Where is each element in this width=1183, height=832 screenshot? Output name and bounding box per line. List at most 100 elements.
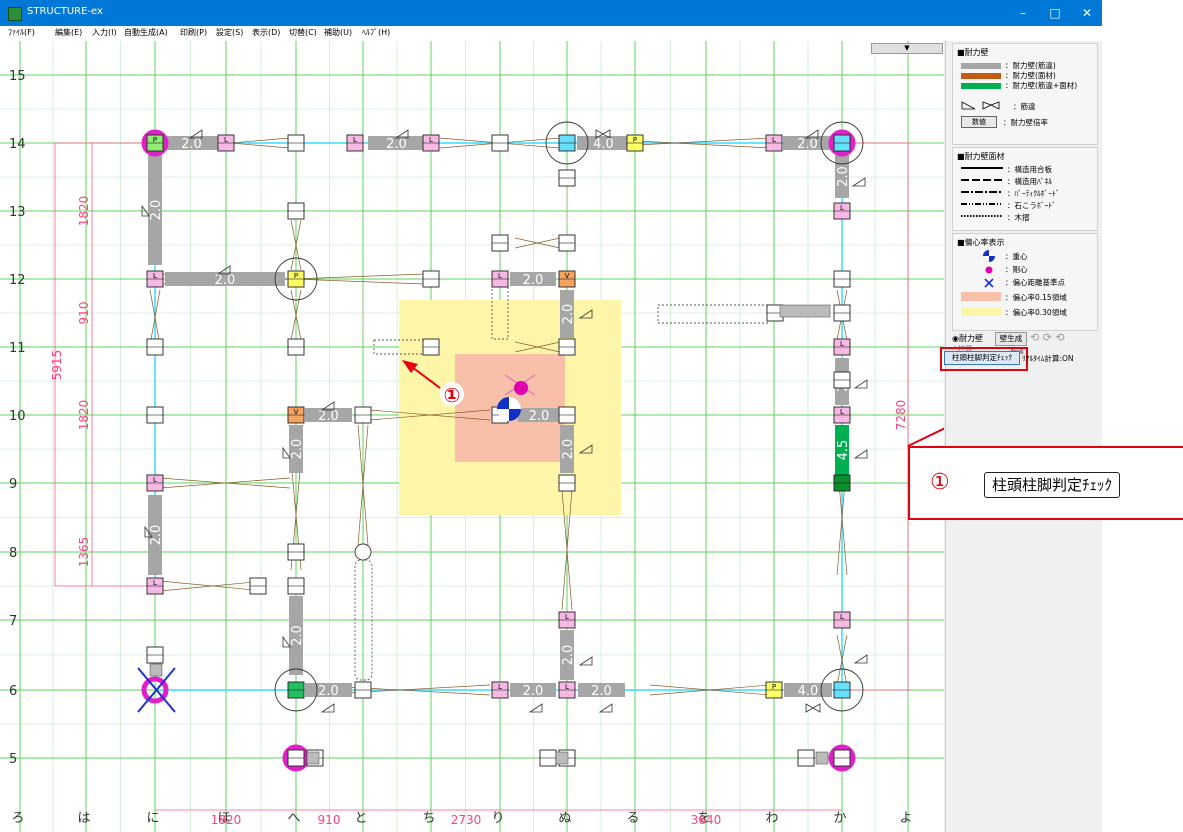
callout-box: ① 柱頭柱脚判定ﾁｪｯｸ — [908, 446, 1183, 520]
wall-value: 2.0 — [561, 645, 576, 666]
legend-structural-panel: ：構造用ﾊﾟﾈﾙ — [1007, 177, 1052, 186]
legend-ecc-ref: ：偏心距離基準点 — [1005, 278, 1065, 287]
col-label-10: る — [626, 811, 639, 826]
column-node-pink: L — [146, 474, 164, 492]
legend-rigidity-center: ：剛心 — [1005, 265, 1028, 274]
undo-redo-icons[interactable]: ⟲ ⟳ ⟲ — [1030, 331, 1065, 344]
menu-file[interactable]: ﾌｧｲﾙ(F) — [8, 27, 35, 38]
wall-6-c: 2.0 — [578, 683, 625, 699]
legend-plywood: ：構造用合板 — [1007, 165, 1052, 174]
column-tag: L — [153, 272, 157, 280]
wall-6-b: 2.0 — [510, 683, 556, 699]
dim-left-1: 1820 — [77, 196, 91, 227]
menu-autogen[interactable]: 自動生成(A) — [124, 27, 168, 38]
wall-value: 2.0 — [290, 625, 305, 646]
menu-print[interactable]: 印刷(P) — [180, 27, 207, 38]
dim-right-total: 7280 — [894, 400, 908, 431]
column-node — [422, 270, 440, 288]
wall-generate-button[interactable]: 壁生成 — [995, 332, 1027, 346]
maximize-button[interactable]: □ — [1040, 0, 1070, 26]
radio-walls[interactable]: ◉耐力壁 — [952, 333, 983, 344]
column-tag: L — [840, 408, 844, 416]
col-label-12: わ — [765, 811, 778, 826]
col-label-7: ち — [422, 811, 435, 826]
col-label-6: と — [354, 811, 367, 826]
multiplier-box: 数値 — [961, 116, 997, 128]
column-tag: L — [498, 272, 502, 280]
col-label-13: か — [833, 811, 846, 826]
column-node-green — [833, 474, 851, 492]
column-node-pink: L — [558, 611, 576, 629]
panel-line-styles — [961, 167, 1003, 217]
column-node-green — [287, 681, 305, 699]
chevron-down-icon: ▼ — [904, 44, 910, 52]
column-node-orange: V — [558, 270, 576, 288]
wall-nu-c: 2.0 — [560, 630, 576, 680]
row-label-11: 11 — [9, 341, 26, 356]
menu-help[interactable]: ﾍﾙﾌﾟ(H) — [362, 27, 390, 38]
wall-value: 2.0 — [215, 273, 236, 288]
column-node-pink: L — [422, 134, 440, 152]
column-node — [558, 234, 576, 252]
legend-eccentricity: ■偏心率表示 ：重心 ：剛心 ：偏心距離基準点 ：偏心率0.15領域 ：偏心率0… — [952, 233, 1098, 331]
column-tag: L — [565, 683, 569, 691]
wall-he-a: 2.0 — [289, 425, 305, 473]
col-label-5: へ — [287, 811, 300, 826]
dim-bottom-3: 2730 — [451, 813, 482, 827]
column-tag: L — [772, 136, 776, 144]
brace-symbol-icon — [961, 101, 1000, 110]
wall-value: 2.0 — [836, 166, 851, 187]
column-node-pink: L — [558, 681, 576, 699]
swatch-ecc-030 — [961, 307, 1001, 316]
row-label-13: 13 — [9, 205, 26, 220]
column-node-pink: L — [765, 134, 783, 152]
col-label-1: ろ — [11, 811, 24, 826]
wall-value: 2.0 — [529, 409, 550, 424]
swatch-wall-panel — [961, 73, 1001, 79]
dim-left-2: 910 — [77, 302, 91, 325]
column-node — [354, 681, 372, 699]
column-node-pink: L — [833, 202, 851, 220]
column-tag: P — [153, 136, 157, 144]
menu-settings[interactable]: 設定(S) — [216, 27, 243, 38]
legend-panel: ▼ ■耐力壁 ：耐力壁(筋違) ：耐力壁(面材) ：耐力壁(筋違+面材) ：筋違… — [871, 41, 1102, 832]
column-tag: L — [353, 136, 357, 144]
wall-ka-c: 4.5 — [835, 425, 851, 475]
menu-input[interactable]: 入力(I) — [92, 27, 117, 38]
column-cap-base-check-button[interactable]: 柱頭柱脚判定ﾁｪｯｸ — [944, 351, 1020, 365]
drawing-canvas[interactable]: 2.0 2.0 4.0 2.0 2.0 2.0 2.0 2.0 2.0 2.0 2.0 2.0 2.0 2… — [0, 41, 944, 832]
column-node — [422, 338, 440, 356]
row-label-5: 5 — [9, 752, 17, 767]
column-node-pink: L — [833, 338, 851, 356]
menu-view[interactable]: 表示(D) — [252, 27, 280, 38]
column-tag: P — [633, 136, 637, 144]
menu-switch[interactable]: 切替(C) — [289, 27, 317, 38]
legend-brace: ：筋違 — [1013, 102, 1036, 111]
row-label-8: 8 — [9, 546, 17, 561]
column-node-pink: L — [491, 681, 509, 699]
row-label-14: 14 — [9, 137, 26, 152]
legend-ecc-030: ：偏心率0.30領域 — [1005, 308, 1067, 317]
dim-bottom-1: 1820 — [211, 813, 242, 827]
swatch-ecc-015 — [961, 292, 1001, 301]
col-label-2: は — [77, 811, 90, 826]
menu-assist[interactable]: 補助(U) — [324, 27, 352, 38]
close-button[interactable]: ✕ — [1072, 0, 1102, 26]
wall-14-c: 4.0 — [577, 136, 630, 152]
column-tag: P — [772, 683, 776, 691]
realtime-calc-toggle[interactable]: ﾘｱﾙﾀｲﾑ計算:ON — [1022, 353, 1074, 364]
legend-panels-header: ■耐力壁面材 — [957, 152, 1005, 161]
column-node-cyan — [833, 134, 851, 152]
dim-bottom-2: 910 — [318, 813, 341, 827]
column-node-green: P — [146, 134, 164, 152]
title-bar: STRUCTURE-ex – □ ✕ — [0, 0, 1102, 26]
menu-edit[interactable]: 編集(E) — [55, 27, 82, 38]
column-tag: L — [153, 579, 157, 587]
legend-mass-center: ：重心 — [1005, 252, 1028, 261]
wall-10-b: 2.0 — [518, 408, 560, 424]
legend-panels: ■耐力壁面材 ：構造用合板 ：構造用ﾊﾟﾈﾙ ：ﾊﾟｰﾃｨｸﾙﾎﾞｰﾄﾞ ：石こ… — [952, 147, 1098, 231]
dim-left-4: 1365 — [77, 537, 91, 568]
minimize-button[interactable]: – — [1008, 0, 1038, 26]
column-node — [833, 270, 851, 288]
view-dropdown[interactable]: ▼ — [871, 43, 943, 54]
